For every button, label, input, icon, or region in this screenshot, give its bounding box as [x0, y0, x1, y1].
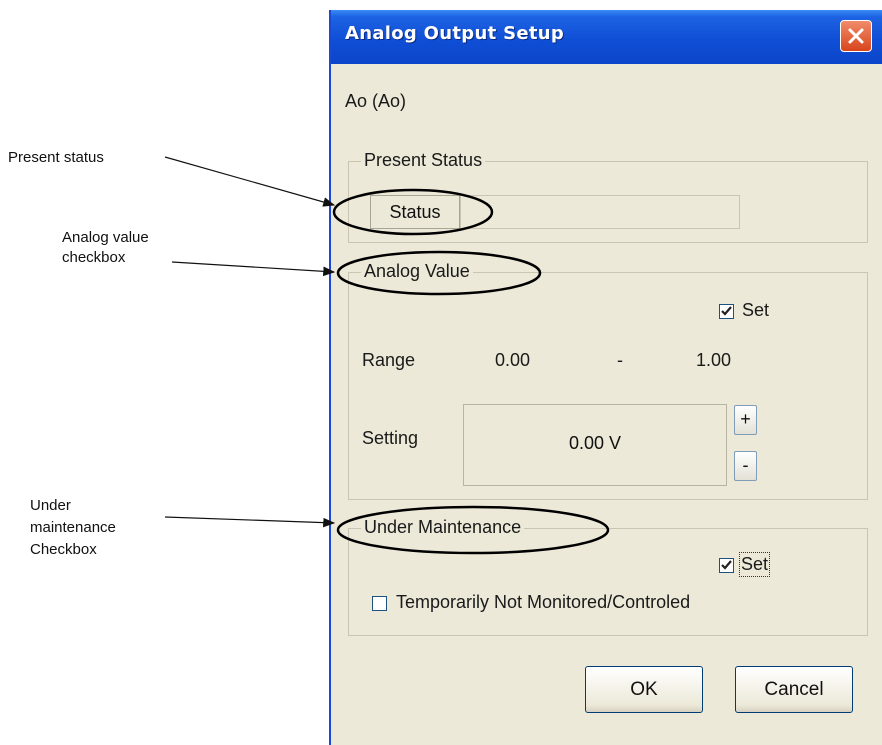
- title-bar[interactable]: Analog Output Setup: [331, 10, 882, 64]
- maintenance-set-checkbox[interactable]: [719, 558, 734, 573]
- setting-value: 0.00 V: [568, 433, 622, 453]
- decrement-button[interactable]: -: [734, 451, 757, 481]
- analog-value-set-label[interactable]: Set: [742, 300, 769, 321]
- annotation-maintenance-line1: Under: [30, 497, 71, 514]
- setting-value-display[interactable]: 0.00 V: [463, 404, 727, 486]
- range-min-value: 0.00: [495, 350, 531, 370]
- increment-button[interactable]: +: [734, 405, 757, 435]
- annotation-maintenance-line2: maintenance: [30, 519, 116, 536]
- maintenance-set-label[interactable]: Set: [738, 552, 771, 577]
- cancel-button[interactable]: Cancel: [735, 666, 853, 713]
- analog-value-arrow: [171, 261, 336, 277]
- not-monitored-checkbox[interactable]: [372, 596, 387, 611]
- annotation-analog-value-line1: Analog value: [62, 229, 149, 246]
- close-icon: [848, 28, 864, 44]
- checkmark-icon: [721, 306, 732, 316]
- range-separator: -: [617, 350, 623, 370]
- checkmark-icon: [721, 560, 732, 570]
- status-label-box: Status: [370, 195, 460, 229]
- close-button[interactable]: [840, 20, 872, 52]
- dialog-title: Analog Output Setup: [345, 23, 565, 44]
- annotation-present-status: Present status: [8, 149, 104, 166]
- analog-value-legend: Analog Value: [361, 261, 473, 282]
- not-monitored-label[interactable]: Temporarily Not Monitored/Controled: [396, 592, 690, 613]
- annotation-analog-value-line2: checkbox: [62, 249, 126, 266]
- maintenance-arrow: [164, 516, 336, 528]
- setting-label: Setting: [362, 428, 419, 448]
- annotation-maintenance-line3: Checkbox: [30, 541, 97, 558]
- ok-button[interactable]: OK: [585, 666, 703, 713]
- range-max-value: 1.00: [696, 350, 732, 370]
- present-status-legend: Present Status: [361, 150, 486, 171]
- maintenance-group: Under Maintenance: [348, 517, 868, 636]
- analog-value-set-checkbox[interactable]: [719, 304, 734, 319]
- point-name: Ao (Ao): [345, 91, 407, 111]
- maintenance-legend: Under Maintenance: [361, 517, 525, 538]
- present-status-arrow: [164, 156, 336, 207]
- status-value-field: [460, 195, 740, 229]
- range-label: Range: [362, 350, 416, 370]
